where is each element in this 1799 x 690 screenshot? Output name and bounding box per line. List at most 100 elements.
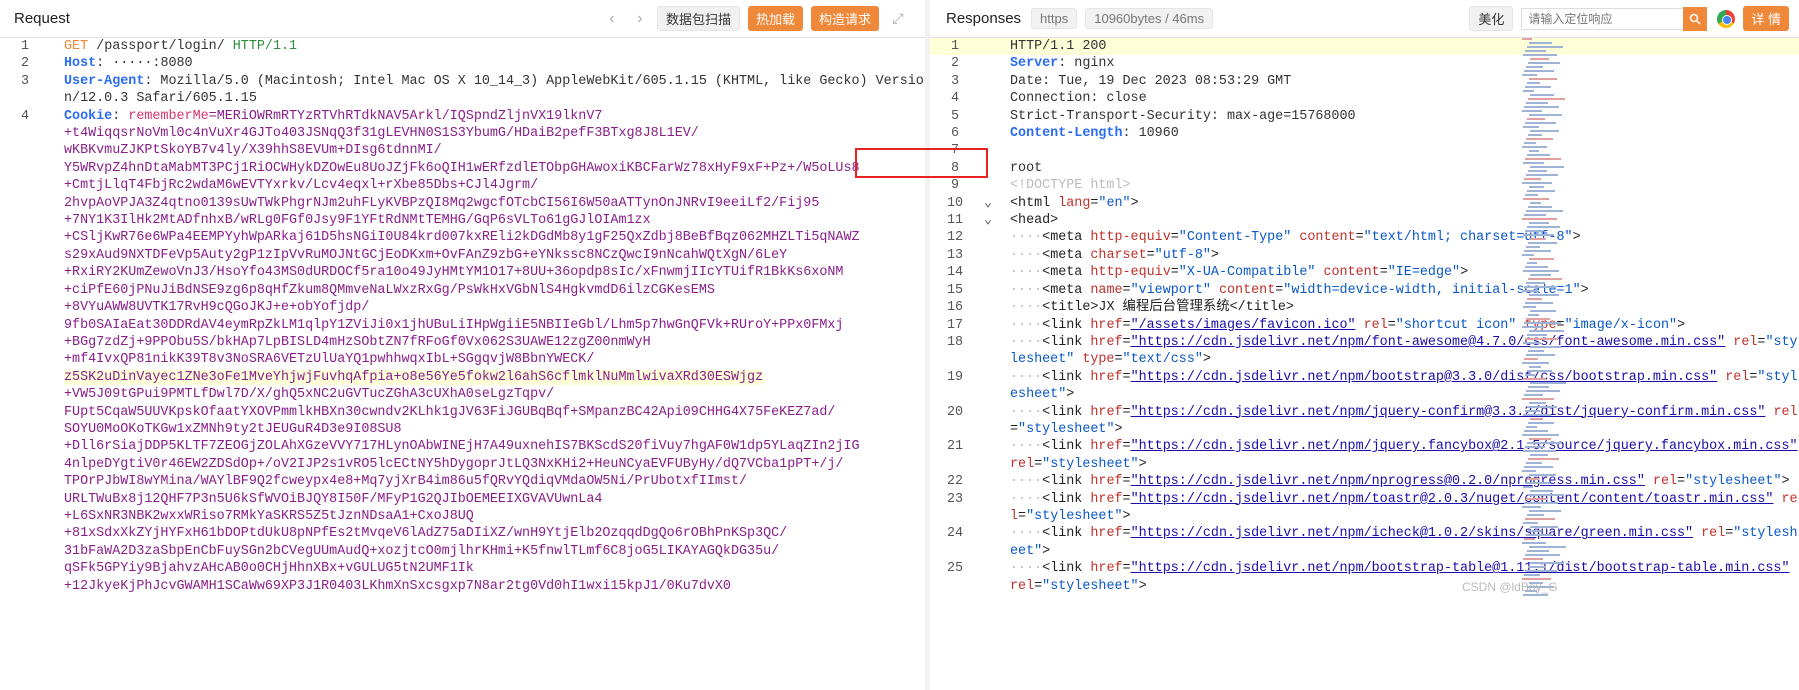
build-request-button[interactable]: 构造请求 — [810, 6, 879, 31]
token: "Content-Type" — [1178, 230, 1300, 246]
token: = — [1122, 317, 1131, 333]
minimap-mark — [1523, 486, 1533, 488]
line-text: Connection: close — [996, 90, 1799, 107]
minimap-mark — [1525, 86, 1551, 88]
fold-chevron-icon — [980, 525, 996, 560]
code-line[interactable]: 11 ⌄ <head> — [930, 212, 1799, 229]
line-number: 22 — [946, 474, 964, 490]
scan-button[interactable]: 数据包扫描 — [656, 6, 740, 31]
minimap-mark — [1528, 206, 1552, 208]
token: <meta — [1042, 247, 1091, 263]
fold-chevron-icon — [980, 438, 996, 473]
minimap-mark — [1525, 554, 1560, 556]
fold-chevron-icon — [980, 55, 996, 72]
fold-chevron-icon[interactable]: ⌄ — [980, 212, 996, 229]
detail-button[interactable]: 详 情 — [1743, 6, 1789, 31]
line-number: 12 — [946, 230, 964, 246]
token: ···· — [1010, 334, 1043, 350]
token: ···· — [1010, 491, 1043, 507]
code-line[interactable]: 14 ····<meta http-equiv="X-UA-Compatible"… — [930, 264, 1799, 281]
token: = — [1355, 230, 1364, 246]
beautify-button[interactable]: 美化 — [1469, 6, 1514, 31]
minimap-mark — [1524, 178, 1541, 180]
hotload-button[interactable]: 热加载 — [747, 6, 803, 31]
token: GET — [64, 39, 97, 54]
code-line[interactable]: 4 Cookie: rememberMe=MERiOWRmRTYzRTVhRTdk… — [0, 108, 925, 595]
minimap-mark — [1525, 158, 1561, 160]
token: href — [1090, 474, 1123, 490]
code-line[interactable]: 17 ····<link href="/assets/images/favicon… — [930, 317, 1799, 334]
token: "text/css" — [1122, 352, 1203, 368]
minimap-mark — [1526, 426, 1537, 428]
code-line[interactable]: 1 GET /passport/login/ HTTP/1.1 — [0, 38, 925, 55]
request-editor[interactable]: 1 GET /passport/login/ HTTP/1.1 2 Host: ···… — [0, 38, 925, 690]
minimap-mark — [1529, 546, 1566, 548]
minimap-mark — [1524, 502, 1558, 504]
locate-input[interactable] — [1521, 7, 1684, 30]
code-line[interactable]: 10 ⌄ <html lang="en"> — [930, 195, 1799, 212]
code-line[interactable]: 2 Host: ·····:8080 — [0, 55, 925, 72]
chevron-left-icon[interactable]: ‹ — [601, 8, 623, 30]
code-line[interactable]: 20 ····<link href="https://cdn.jsdelivr.n… — [930, 404, 1799, 439]
code-line[interactable]: 12 ····<meta http-equiv="Content-Type" co… — [930, 229, 1799, 246]
token: href — [1090, 369, 1123, 385]
token: > — [1677, 317, 1686, 333]
minimap[interactable] — [1522, 38, 1566, 598]
minimap-mark — [1527, 226, 1560, 228]
response-editor[interactable]: 1 HTTP/1.1 200 2 Server: nginx 3 Date: Tue, 1… — [930, 38, 1799, 690]
minimap-mark — [1523, 378, 1546, 380]
fold-chevron-icon — [980, 560, 996, 595]
code-line[interactable]: 22 ····<link href="https://cdn.jsdelivr.n… — [930, 473, 1799, 490]
code-line[interactable]: 13 ····<meta charset="utf-8"> — [930, 247, 1799, 264]
code-line[interactable]: 23 ····<link href="https://cdn.jsdelivr.n… — [930, 491, 1799, 526]
minimap-mark — [1524, 538, 1535, 540]
token: name — [1090, 282, 1123, 298]
line-number: 10 — [946, 195, 964, 211]
chevron-right-icon[interactable]: › — [629, 8, 651, 30]
code-line[interactable]: 15 ····<meta name="viewport" content="wid… — [930, 282, 1799, 299]
token: <title>JX 编程后台管理系统</title> — [1042, 300, 1294, 316]
minimap-mark — [1527, 262, 1537, 264]
code-line[interactable]: 16 ····<title>JX 编程后台管理系统</title> — [930, 299, 1799, 316]
line-number: 1 — [20, 39, 30, 54]
code-line[interactable]: 9 <!DOCTYPE html> — [930, 177, 1799, 194]
search-icon[interactable] — [1683, 6, 1708, 31]
minimap-mark — [1523, 162, 1544, 164]
minimap-mark — [1524, 574, 1540, 576]
minimap-mark — [1522, 182, 1552, 184]
minimap-mark — [1525, 374, 1535, 376]
minimap-mark — [1525, 302, 1553, 304]
line-number: 19 — [946, 369, 964, 385]
fold-chevron-icon — [980, 229, 996, 246]
token: : 10960 — [1122, 126, 1179, 142]
code-line[interactable]: 6 Content-Length: 10960 — [930, 125, 1799, 142]
minimap-mark — [1524, 70, 1554, 72]
code-line[interactable]: 2 Server: nginx — [930, 55, 1799, 72]
token: <link — [1042, 491, 1091, 507]
code-line[interactable]: 8 root — [930, 160, 1799, 177]
chrome-icon[interactable] — [1717, 9, 1736, 28]
token: = — [1387, 317, 1396, 333]
code-line[interactable]: 4 Connection: close — [930, 90, 1799, 107]
code-line[interactable]: 3 Date: Tue, 19 Dec 2023 08:53:29 GMT — [930, 73, 1799, 90]
code-line[interactable]: 3 User-Agent: Mozilla/5.0 (Macintosh; Int… — [0, 73, 925, 108]
fold-chevron-icon[interactable]: ⌄ — [980, 195, 996, 212]
token: rel — [1733, 334, 1758, 350]
code-line[interactable]: 21 ····<link href="https://cdn.jsdelivr.n… — [930, 438, 1799, 473]
minimap-mark — [1526, 354, 1555, 356]
minimap-mark — [1529, 186, 1544, 188]
token: ···· — [1010, 439, 1043, 455]
line-text: ····<link href="https://cdn.jsdelivr.net… — [996, 525, 1799, 560]
code-line[interactable]: 7 — [930, 142, 1799, 159]
minimap-mark — [1522, 254, 1534, 256]
code-line[interactable]: 19 ····<link href="https://cdn.jsdelivr.n… — [930, 369, 1799, 404]
code-line[interactable]: 25 ····<link href="https://cdn.jsdelivr.n… — [930, 560, 1799, 595]
expand-icon[interactable]: ⤢ — [887, 8, 909, 30]
code-line[interactable]: 18 ····<link href="https://cdn.jsdelivr.n… — [930, 334, 1799, 369]
code-line[interactable]: 5 Strict-Transport-Security: max-age=1576… — [930, 108, 1799, 125]
fold-chevron-icon — [980, 317, 996, 334]
minimap-mark — [1528, 422, 1554, 424]
code-line[interactable]: 24 ····<link href="https://cdn.jsdelivr.n… — [930, 525, 1799, 560]
code-line[interactable]: 1 HTTP/1.1 200 — [930, 38, 1799, 56]
token: "https://cdn.jsdelivr.net/npm/bootstrap-… — [1130, 561, 1790, 577]
